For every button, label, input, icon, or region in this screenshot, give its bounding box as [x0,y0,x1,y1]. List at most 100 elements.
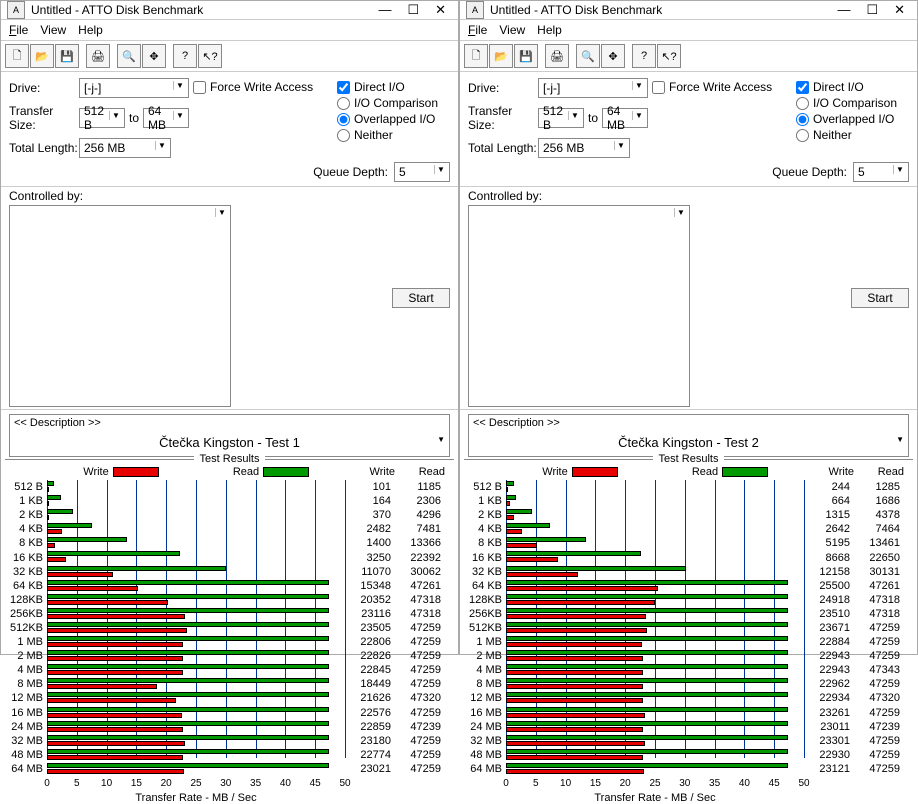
read-value: 47259 [395,763,445,775]
menu-help[interactable]: Help [78,23,103,37]
move-icon[interactable]: ✥ [142,44,166,68]
write-value: 23510 [804,608,854,620]
bar-cell [47,579,345,593]
axis-tick: 0 [44,778,50,789]
force-write-checkbox[interactable]: Force Write Access [652,80,792,94]
io-comparison-radio[interactable]: I/O Comparison [796,96,918,110]
results-panel: Test ResultsWrite Read WriteRead512 B244… [464,459,913,804]
total-length-select[interactable]: 256 MB [79,138,171,158]
queue-depth-row: Queue Depth:5 [1,162,458,186]
axis-tick: 25 [649,778,660,789]
direct-io-label: Direct I/O [354,80,405,94]
bar-write [506,557,558,562]
drive-select[interactable]: [-j-] [538,78,648,98]
row-label: 16 KB [464,552,506,564]
io-comparison-radio[interactable]: I/O Comparison [337,96,462,110]
minimize-button[interactable]: — [837,2,850,18]
bar-read [506,495,516,500]
drive-select[interactable]: [-j-] [79,78,189,98]
overlapped-io-radio[interactable]: Overlapped I/O [796,112,918,126]
save-icon[interactable]: 💾 [55,44,79,68]
start-button[interactable]: Start [392,288,450,308]
neither-radio[interactable]: Neither [796,128,918,142]
bar-cell [47,734,345,748]
controlled-by-select[interactable] [468,205,690,407]
force-write-checkbox[interactable]: Force Write Access [193,80,333,94]
chart-row: 256KB2351047318 [464,607,913,621]
bar-write [506,572,578,577]
chart-row: 1 MB2288447259 [464,635,913,649]
new-icon[interactable]: 🗋 [5,44,29,68]
zoom-icon[interactable]: 🔍 [576,44,600,68]
bar-read [47,664,329,669]
menu-view[interactable]: View [40,23,66,37]
row-label: 32 MB [5,735,47,747]
transfer-to-select[interactable]: 64 MB [602,108,648,128]
controlled-by-select[interactable] [9,205,231,407]
axis-tick: 30 [220,778,231,789]
bar-cell [506,621,804,635]
whatsthis-icon[interactable]: ↖? [198,44,222,68]
menu-file[interactable]: File [468,23,487,37]
menu-file[interactable]: File [9,23,28,37]
minimize-button[interactable]: — [378,2,391,18]
direct-io-checkbox[interactable]: Direct I/O [337,80,462,94]
bar-cell [506,550,804,564]
row-label: 1 KB [5,495,47,507]
bar-cell [506,579,804,593]
legend-read-swatch [722,467,768,477]
save-icon[interactable]: 💾 [514,44,538,68]
new-icon[interactable]: 🗋 [464,44,488,68]
total-length-select[interactable]: 256 MB [538,138,630,158]
bar-read [47,678,329,683]
neither-radio[interactable]: Neither [337,128,462,142]
bar-write [506,614,646,619]
axis-ticks: 05101520253035404550 [506,778,804,792]
overlapped-io-label: Overlapped I/O [354,112,435,126]
open-icon[interactable]: 📂 [489,44,513,68]
overlapped-io-radio[interactable]: Overlapped I/O [337,112,462,126]
bar-write [506,642,642,647]
print-icon[interactable]: 🖨 [545,44,569,68]
chart-row: 128KB2491847318 [464,593,913,607]
whatsthis-icon[interactable]: ↖? [657,44,681,68]
write-value: 2482 [345,523,395,535]
read-value: 47259 [854,763,904,775]
zoom-icon[interactable]: 🔍 [117,44,141,68]
start-button[interactable]: Start [851,288,909,308]
menu-help[interactable]: Help [537,23,562,37]
write-value: 22962 [804,678,854,690]
open-icon[interactable]: 📂 [30,44,54,68]
bar-write [47,684,157,689]
transfer-to-select[interactable]: 64 MB [143,108,189,128]
controlled-by-label: Controlled by: [9,189,83,203]
legend-write-swatch [572,467,618,477]
maximize-button[interactable]: ☐ [866,2,878,18]
queue-depth-select[interactable]: 5 [853,162,909,182]
write-value: 22934 [804,692,854,704]
direct-io-checkbox[interactable]: Direct I/O [796,80,918,94]
menu-view[interactable]: View [499,23,525,37]
bar-read [47,580,329,585]
transfer-from-select[interactable]: 512 B [79,108,125,128]
bar-cell [506,734,804,748]
results-title: Test Results [194,453,266,465]
bar-write [47,515,49,520]
print-icon[interactable]: 🖨 [86,44,110,68]
row-label: 16 MB [5,707,47,719]
description-box[interactable]: << Description >>Čtečka Kingston - Test … [9,414,450,457]
help-icon[interactable]: ? [173,44,197,68]
close-button[interactable]: ✕ [894,2,905,18]
description-box[interactable]: << Description >>Čtečka Kingston - Test … [468,414,909,457]
axis-tick: 50 [339,778,350,789]
row-label: 2 MB [5,650,47,662]
move-icon[interactable]: ✥ [601,44,625,68]
bar-cell [47,480,345,494]
help-icon[interactable]: ? [632,44,656,68]
close-button[interactable]: ✕ [435,2,446,18]
transfer-from-select[interactable]: 512 B [538,108,584,128]
row-label: 512 B [464,481,506,493]
maximize-button[interactable]: ☐ [407,2,419,18]
chart-row: 4 MB2294347343 [464,663,913,677]
queue-depth-select[interactable]: 5 [394,162,450,182]
